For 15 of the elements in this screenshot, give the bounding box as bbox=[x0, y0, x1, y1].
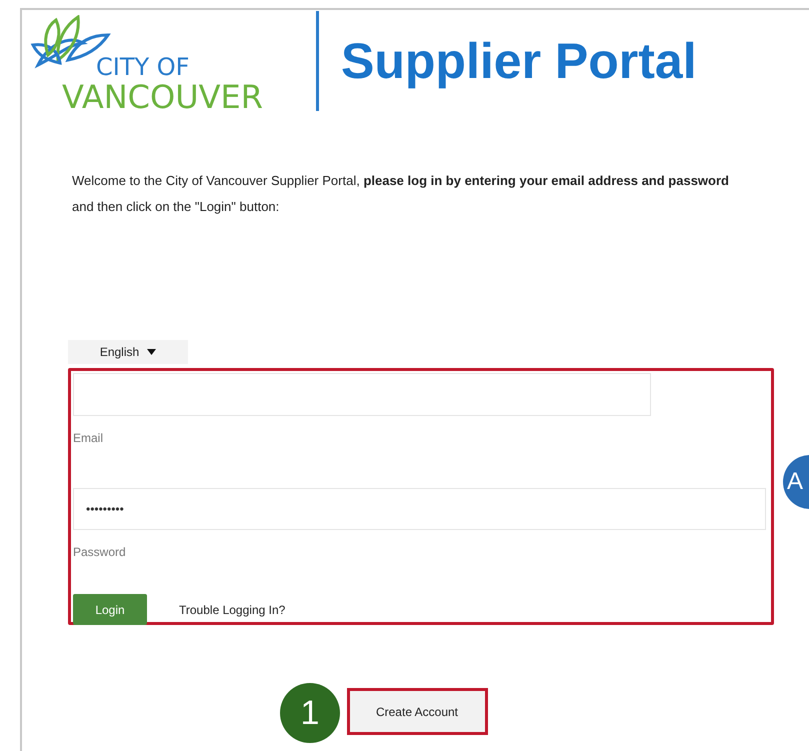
logo-text: CITY OF bbox=[96, 55, 190, 79]
intro-text: Welcome to the City of Vancouver Supplier Portal, please log in by entering your email address and password and then click on the "Login" button: bbox=[72, 172, 730, 216]
callout-badge: 1 bbox=[280, 683, 340, 743]
email-field[interactable] bbox=[73, 373, 651, 416]
caret-icon bbox=[147, 349, 156, 355]
login-button[interactable]: Login bbox=[73, 594, 147, 625]
field-label: Email bbox=[73, 430, 104, 446]
help-link[interactable]: Trouble Logging In? bbox=[179, 600, 286, 618]
page-title: Supplier Portal bbox=[341, 36, 697, 86]
field-label: Password bbox=[73, 544, 126, 560]
logo-text: VANCOUVER bbox=[62, 81, 263, 113]
callout-badge: A bbox=[783, 455, 809, 509]
language-dropdown[interactable]: English bbox=[68, 340, 188, 364]
create-account-button[interactable]: Create Account bbox=[346, 688, 488, 735]
password-field[interactable]: ••••••••• bbox=[73, 488, 766, 530]
